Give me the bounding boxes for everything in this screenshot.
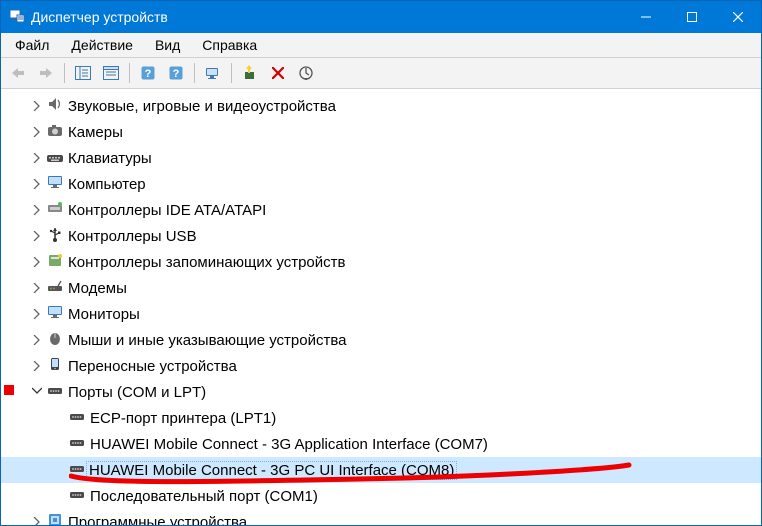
tree-item[interactable]: HUAWEI Mobile Connect - 3G PC UI Interfa… — [1, 457, 761, 483]
chevron-right-icon[interactable] — [29, 205, 45, 215]
tree-item-label: Последовательный порт (COM1) — [89, 488, 318, 505]
chevron-right-icon[interactable] — [29, 101, 45, 111]
toolbar-separator — [194, 63, 195, 83]
chevron-right-icon[interactable] — [29, 153, 45, 163]
tree-item-label: Звуковые, игровые и видеоустройства — [67, 98, 336, 115]
toolbar-help-button[interactable]: ? — [135, 60, 161, 86]
window-title: Диспетчер устройств — [31, 9, 168, 25]
chevron-right-icon[interactable] — [29, 309, 45, 319]
tree-item-label: Клавиатуры — [67, 150, 152, 167]
minimize-button[interactable] — [623, 1, 669, 33]
port-icon — [69, 460, 85, 480]
port-icon — [69, 408, 85, 428]
menubar: Файл Действие Вид Справка — [1, 33, 761, 58]
software-icon — [47, 512, 63, 525]
tree-item[interactable]: Клавиатуры — [1, 145, 761, 171]
ide-icon — [47, 200, 63, 220]
toolbar-scan-hardware-button[interactable] — [200, 60, 226, 86]
tree-item[interactable]: ECP-порт принтера (LPT1) — [1, 405, 761, 431]
chevron-down-icon[interactable] — [29, 387, 45, 397]
tree-item[interactable]: Контроллеры запоминающих устройств — [1, 249, 761, 275]
tree-item[interactable]: Модемы — [1, 275, 761, 301]
tree-item-label: Мыши и иные указывающие устройства — [67, 332, 346, 349]
tree-item-label: Переносные устройства — [67, 358, 237, 375]
tree-item-label: HUAWEI Mobile Connect - 3G PC UI Interfa… — [86, 461, 457, 480]
monitor-icon — [47, 304, 63, 324]
monitor-icon — [47, 174, 63, 194]
svg-text:?: ? — [145, 68, 152, 80]
menu-view[interactable]: Вид — [145, 35, 190, 55]
tree-item[interactable]: Программные устройства — [1, 509, 761, 525]
chevron-right-icon[interactable] — [29, 361, 45, 371]
device-manager-window: Диспетчер устройств Файл Действие Вид Сп… — [0, 0, 762, 526]
tree-item[interactable]: Компьютер — [1, 171, 761, 197]
chevron-right-icon[interactable] — [29, 179, 45, 189]
toolbar: ? ? — [1, 58, 761, 89]
tree-item-label: Мониторы — [67, 306, 140, 323]
tree-item-label: Камеры — [67, 124, 123, 141]
chevron-right-icon[interactable] — [29, 517, 45, 525]
device-tree[interactable]: Звуковые, игровые и видеоустройства Камер… — [1, 89, 761, 525]
tree-item[interactable]: Мыши и иные указывающие устройства — [1, 327, 761, 353]
svg-text:?: ? — [173, 68, 180, 80]
close-button[interactable] — [715, 1, 761, 33]
tree-item-label: Модемы — [67, 280, 127, 297]
modem-icon — [47, 278, 63, 298]
chevron-right-icon[interactable] — [29, 231, 45, 241]
tree-item[interactable]: Переносные устройства — [1, 353, 761, 379]
tree-item[interactable]: Контроллеры USB — [1, 223, 761, 249]
storage-icon — [47, 252, 63, 272]
content-area: Звуковые, игровые и видеоустройства Камер… — [1, 89, 761, 525]
port-icon — [47, 382, 63, 402]
keyboard-icon — [47, 148, 63, 168]
maximize-button[interactable] — [669, 1, 715, 33]
annotation-red-square — [4, 385, 14, 395]
chevron-right-icon[interactable] — [29, 335, 45, 345]
chevron-right-icon[interactable] — [29, 127, 45, 137]
toolbar-forward-button[interactable] — [33, 60, 59, 86]
tree-item[interactable]: Контроллеры IDE ATA/ATAPI — [1, 197, 761, 223]
toolbar-separator — [64, 63, 65, 83]
toolbar-show-hide-tree-button[interactable] — [70, 60, 96, 86]
toolbar-uninstall-button[interactable] — [265, 60, 291, 86]
menu-file[interactable]: Файл — [5, 35, 59, 55]
toolbar-back-button[interactable] — [5, 60, 31, 86]
tree-item-label: Компьютер — [67, 176, 146, 193]
menu-help[interactable]: Справка — [192, 35, 267, 55]
chevron-right-icon[interactable] — [29, 257, 45, 267]
tree-item-label: ECP-порт принтера (LPT1) — [89, 410, 276, 427]
menu-action[interactable]: Действие — [61, 35, 143, 55]
titlebar: Диспетчер устройств — [1, 1, 761, 33]
chevron-right-icon[interactable] — [29, 283, 45, 293]
toolbar-properties-button[interactable] — [98, 60, 124, 86]
portable-icon — [47, 356, 63, 376]
tree-item-label: Программные устройства — [67, 514, 247, 526]
tree-item-label: Контроллеры IDE ATA/ATAPI — [67, 202, 266, 219]
tree-item[interactable]: Звуковые, игровые и видеоустройства — [1, 93, 761, 119]
port-icon — [69, 486, 85, 506]
toolbar-separator — [129, 63, 130, 83]
usb-icon — [47, 226, 63, 246]
camera-icon — [47, 122, 63, 142]
tree-item[interactable]: Камеры — [1, 119, 761, 145]
speaker-icon — [47, 96, 63, 116]
tree-item[interactable]: Порты (COM и LPT) — [1, 379, 761, 405]
tree-item[interactable]: Мониторы — [1, 301, 761, 327]
tree-item-label: Порты (COM и LPT) — [67, 384, 206, 401]
toolbar-update-driver-button[interactable] — [237, 60, 263, 86]
tree-item-label: Контроллеры USB — [67, 228, 197, 245]
port-icon — [69, 434, 85, 454]
tree-item-label: HUAWEI Mobile Connect - 3G Application I… — [89, 436, 488, 453]
app-icon — [9, 8, 25, 27]
toolbar-separator — [231, 63, 232, 83]
toolbar-disable-button[interactable] — [293, 60, 319, 86]
mouse-icon — [47, 330, 63, 350]
tree-item[interactable]: Последовательный порт (COM1) — [1, 483, 761, 509]
toolbar-help2-button[interactable]: ? — [163, 60, 189, 86]
tree-item[interactable]: HUAWEI Mobile Connect - 3G Application I… — [1, 431, 761, 457]
tree-item-label: Контроллеры запоминающих устройств — [67, 254, 345, 271]
